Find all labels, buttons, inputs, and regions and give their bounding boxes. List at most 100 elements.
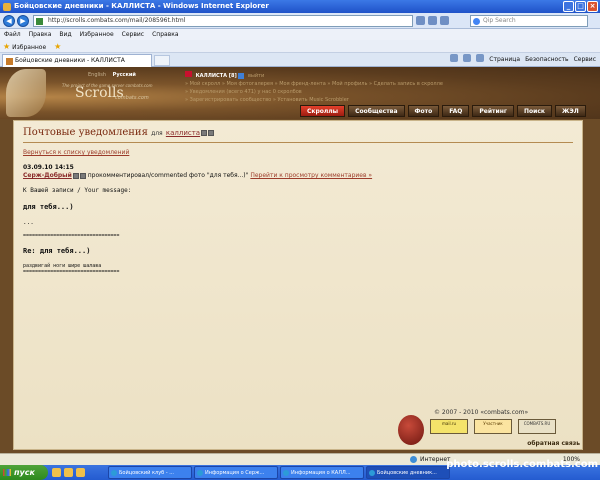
nav-zhel[interactable]: ЖЭЛ (554, 105, 586, 117)
sender-link[interactable]: Серж-Добрый (23, 172, 72, 179)
security-zone: Интернет (410, 454, 451, 465)
search-input[interactable]: Qip Search (470, 15, 588, 27)
user-links-3[interactable]: » Зарегистрировать сообщество » Установи… (185, 96, 443, 104)
task-button[interactable]: Информация о КАЛЛ... (280, 466, 364, 479)
task-button[interactable]: Информация о Серж... (194, 466, 278, 479)
quicklaunch-icon[interactable] (76, 468, 85, 477)
stop-icon[interactable] (440, 16, 449, 25)
minimize-button[interactable]: _ (563, 1, 574, 12)
photo-icon[interactable] (208, 129, 215, 136)
quill-logo-icon (6, 69, 46, 117)
task-label: Бойцовский клуб - ... (119, 470, 175, 476)
print-icon[interactable] (476, 54, 485, 62)
menu-help[interactable]: Справка (152, 29, 178, 40)
notification-line: Серж-Добрый прокомментировал/commented ф… (23, 172, 573, 179)
nav-photo[interactable]: Фото (407, 105, 440, 117)
user-name[interactable]: КАЛЛИСТА [8] (196, 73, 237, 79)
star-icon[interactable]: ★ (3, 42, 10, 51)
logout-link[interactable]: выйти (248, 73, 264, 79)
url-text: http://scrolls.combats.com/mail/208596t.… (48, 17, 186, 24)
menu-file[interactable]: Файл (4, 29, 21, 40)
task-label: Бойцовские дневник... (377, 470, 437, 476)
site-favicon (6, 58, 13, 65)
info-icon[interactable] (201, 129, 208, 136)
globe-icon (410, 456, 417, 463)
title-user-link[interactable]: каллиста (166, 129, 200, 137)
info-icon[interactable] (72, 172, 79, 179)
menu-edit[interactable]: Правка (29, 29, 52, 40)
task-label: Информация о Серж... (205, 470, 265, 476)
close-button[interactable]: × (587, 1, 598, 12)
menu-favorites[interactable]: Избранное (80, 29, 114, 40)
new-tab-button[interactable] (154, 55, 170, 66)
language-switch: English Русский (88, 72, 141, 78)
nav-search[interactable]: Поиск (517, 105, 552, 117)
page-menu[interactable]: Страница (489, 54, 520, 66)
refresh-icon[interactable] (428, 16, 437, 25)
ie-icon (283, 470, 289, 476)
info-icon[interactable] (238, 72, 245, 79)
user-links-2[interactable]: » Уведомления (всего 471) у нас 0 скролб… (185, 88, 443, 96)
watermark: photo.scrolls.combats.com (446, 459, 598, 470)
user-box: КАЛЛИСТА [8] выйти » Мой скролл » Моя фо… (185, 71, 443, 104)
compat-icon[interactable] (416, 16, 425, 25)
combats-badge[interactable]: COMBATS.RU (518, 419, 556, 434)
nav-communities[interactable]: Сообщества (348, 105, 405, 117)
ie-icon (369, 470, 375, 476)
address-bar: ◀ ▶ http://scrolls.combats.com/mail/2085… (0, 13, 600, 29)
start-button[interactable]: пуск (0, 465, 48, 480)
menu-tools[interactable]: Сервис (122, 29, 144, 40)
window-title: Бойцовские дневники - КАЛЛИСТА - Windows… (14, 2, 269, 10)
quicklaunch-icon[interactable] (52, 468, 61, 477)
windows-logo-icon (3, 469, 11, 476)
favorites-button[interactable]: Избранное (12, 44, 46, 51)
back-to-list-link[interactable]: Вернуться к списку уведомлений (23, 149, 573, 156)
tools-menu[interactable]: Сервис (574, 54, 596, 66)
task-button[interactable]: Бойцовские дневник... (366, 466, 450, 479)
nav-rating[interactable]: Рейтинг (472, 105, 514, 117)
notification-action: прокомментировал/commented фото "для теб… (87, 172, 249, 179)
nav-faq[interactable]: FAQ (442, 105, 470, 117)
home-icon[interactable] (450, 54, 459, 62)
browser-tab[interactable]: Бойцовские дневники - КАЛЛИСТА (2, 54, 152, 67)
message-text: для тебя...) (23, 203, 74, 211)
nav-scrolls[interactable]: Скроллы (300, 105, 346, 117)
user-links-1[interactable]: » Мой скролл » Моя фотогалерея » Моя фре… (185, 80, 443, 88)
reply-title: Re: для тебя...) (23, 247, 91, 255)
window-titlebar: Бойцовские дневники - КАЛЛИСТА - Windows… (0, 0, 600, 13)
search-engine-icon (473, 18, 480, 25)
web-page: English Русский The project of the game … (0, 67, 600, 453)
message-ellipsis: ... (23, 219, 34, 226)
search-placeholder: Qip Search (483, 17, 516, 24)
menu-view[interactable]: Вид (59, 29, 71, 40)
goto-comments-link[interactable]: Перейти к просмотру комментариев » (250, 172, 372, 179)
lang-english[interactable]: English (88, 72, 106, 78)
quick-launch (52, 468, 85, 477)
forward-icon[interactable]: ▶ (17, 15, 29, 27)
mailru-badge[interactable]: mail.ru (430, 419, 468, 434)
feedback-link[interactable]: обратная связь (527, 440, 580, 447)
ie-icon (3, 3, 11, 11)
safety-menu[interactable]: Безопасность (525, 54, 569, 66)
quicklaunch-icon[interactable] (64, 468, 73, 477)
favorites-bar: ★ Избранное ★ (0, 40, 600, 53)
separator-bottom: ================================ (23, 269, 120, 275)
back-icon[interactable]: ◀ (3, 15, 15, 27)
page-title-text: Почтовые уведомления (23, 127, 148, 138)
separator: ================================ (23, 233, 120, 239)
maximize-button[interactable]: □ (575, 1, 586, 12)
clan-flag-icon (185, 71, 192, 77)
page-title: Почтовые уведомления для каллиста (23, 127, 573, 138)
task-label: Информация о КАЛЛ... (291, 470, 351, 476)
message-label: К Вашей записи / Your message: (23, 187, 132, 194)
feeds-icon[interactable] (463, 54, 472, 62)
site-footer: © 2007 - 2010 «combats.com» mail.ru Учас… (390, 409, 590, 449)
participant-badge[interactable]: Участник (474, 419, 512, 434)
add-favorite-icon[interactable]: ★ (54, 42, 61, 51)
url-field[interactable]: http://scrolls.combats.com/mail/208596t.… (33, 15, 413, 27)
content-panel: Почтовые уведомления для каллиста Вернут… (13, 120, 583, 450)
task-button[interactable]: Бойцовский клуб - ... (108, 466, 192, 479)
lang-russian[interactable]: Русский (113, 72, 136, 78)
photo-icon[interactable] (79, 172, 86, 179)
site-header: English Русский The project of the game … (0, 67, 600, 119)
